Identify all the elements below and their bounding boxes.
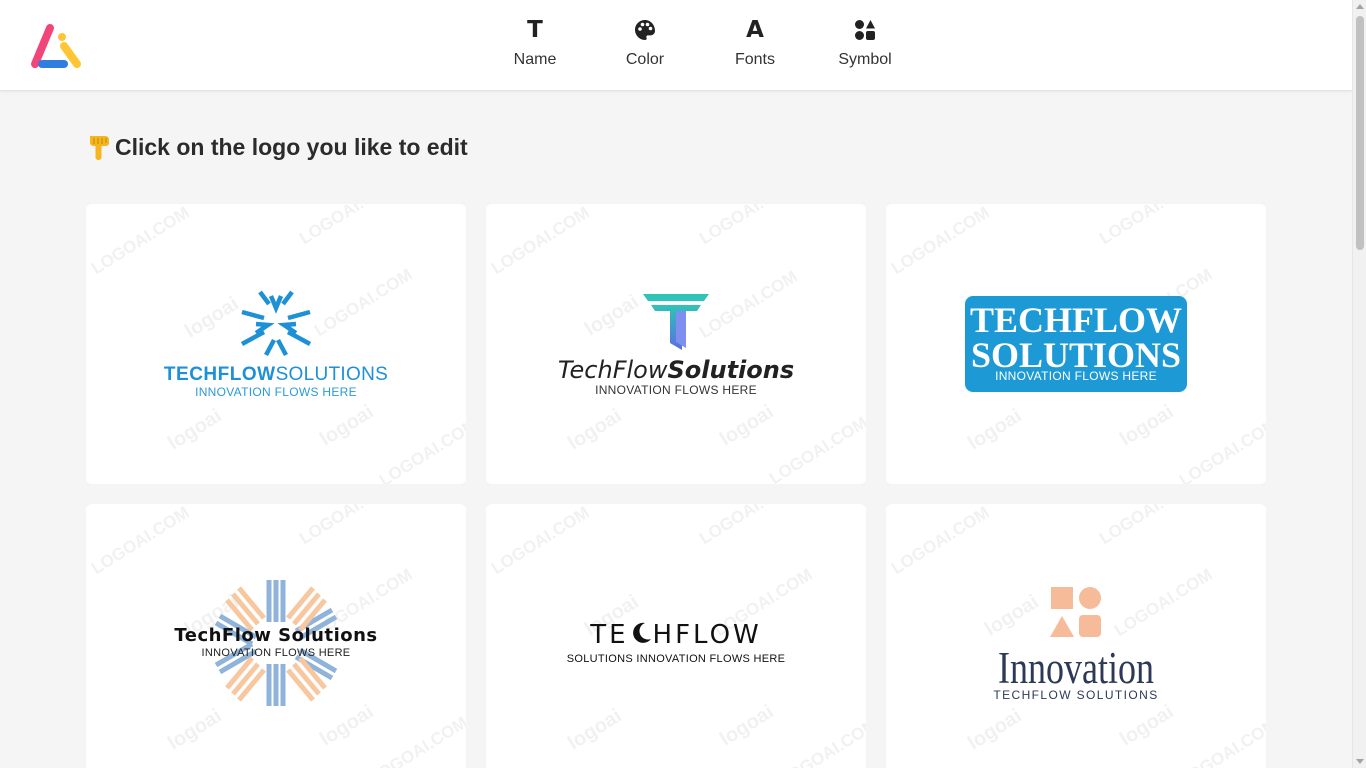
text-t-icon: T	[527, 17, 543, 43]
logo-name-light: TechFlow	[557, 356, 668, 384]
watermark-brand: logoai	[964, 404, 1026, 455]
nav-name-label: Name	[513, 51, 557, 68]
watermark-brand: logoai	[564, 704, 626, 755]
nav-fonts-label: Fonts	[734, 51, 775, 68]
heading-text: Click on the logo you like to edit	[115, 133, 468, 160]
nav-symbol[interactable]: Symbol	[810, 0, 920, 91]
pointing-down-hand-icon	[87, 133, 113, 161]
logo-name: Innovation	[998, 643, 1154, 693]
letter-t-gradient-icon	[643, 294, 709, 350]
editor-nav: T Name Color A Fonts Symbol	[480, 0, 920, 91]
font-a-icon: A	[746, 17, 764, 43]
watermark-brand: logoai	[716, 700, 778, 751]
logo-name-light: SOLUTIONS	[275, 364, 389, 385]
logo-name: TechFlow Solutions	[174, 625, 378, 646]
logo-name-bold: Solutions	[667, 356, 795, 384]
page-scrollbar[interactable]	[1352, 0, 1366, 768]
logo-name-line2: SOLUTIONS	[970, 335, 1182, 375]
logo-name: TECHFLOWSOLUTIONS	[86, 364, 466, 386]
watermark-text: LOGOAI.COM	[488, 504, 593, 579]
logo-name-bold: TECHFLOW	[163, 364, 276, 385]
snowflake-arrows-icon	[240, 290, 312, 357]
watermark-brand: logoai	[1116, 400, 1178, 451]
logo-name-before: TE	[590, 620, 629, 650]
scroll-thumb[interactable]	[1356, 16, 1364, 250]
logo-card[interactable]: LOGOAI.COM LOGOAI.COM LOGOAI.COM LOGOAI.…	[486, 504, 866, 768]
watermark-text: LOGOAI.COM	[888, 204, 993, 279]
scroll-up-arrow-icon[interactable]	[1356, 4, 1364, 9]
logoai-brand-logo[interactable]	[28, 20, 84, 72]
four-shapes-icon	[1050, 587, 1101, 637]
scroll-down-arrow-icon[interactable]	[1356, 759, 1364, 764]
logo-card[interactable]: LOGOAI.COM LOGOAI.COM LOGOAI.COM LOGOAI.…	[886, 204, 1266, 484]
logo-name-line1: TECHFLOW	[969, 300, 1183, 340]
page-heading: Click on the logo you like to edit	[87, 133, 468, 161]
logo-tagline: INNOVATION FLOWS HERE	[201, 647, 351, 659]
watermark-text: LOGOAI.COM	[1096, 204, 1201, 249]
logo-name-after: HFLOW	[652, 620, 762, 650]
palette-icon	[634, 18, 656, 42]
logo-name: TE HFLOW	[486, 620, 866, 652]
nav-fonts[interactable]: A Fonts	[700, 0, 810, 91]
logo-card[interactable]: LOGOAI.COM LOGOAI.COM LOGOAI.COM LOGOAI.…	[86, 204, 466, 484]
logo-tagline: TECHFLOW SOLUTIONS	[993, 688, 1159, 702]
nav-symbol-label: Symbol	[838, 51, 892, 68]
logo-tagline: INNOVATION FLOWS HERE	[195, 385, 357, 399]
nav-color-label: Color	[625, 51, 665, 68]
logo-card[interactable]: LOGOAI.COM LOGOAI.COM LOGOAI.COM LOGOAI.…	[86, 504, 466, 768]
nav-color[interactable]: Color	[590, 0, 700, 91]
logo-tagline: INNOVATION FLOWS HERE	[995, 369, 1157, 383]
logo-tagline: SOLUTIONS INNOVATION FLOWS HERE	[566, 653, 786, 665]
watermark-text: LOGOAI.COM	[776, 714, 866, 768]
logo-card[interactable]: LOGOAI.COM LOGOAI.COM LOGOAI.COM LOGOAI.…	[486, 204, 866, 484]
nav-name[interactable]: T Name	[480, 0, 590, 91]
crescent-moon-c-icon	[629, 621, 653, 652]
logo-name: TECHFLOW SOLUTIONS	[886, 300, 1266, 375]
logo-card[interactable]: LOGOAI.COM LOGOAI.COM LOGOAI.COM LOGOAI.…	[886, 504, 1266, 768]
watermark-text: LOGOAI.COM	[696, 504, 801, 549]
shapes-icon	[854, 18, 876, 42]
top-bar: T Name Color A Fonts Symbol	[0, 0, 1352, 91]
logo-tagline: INNOVATION FLOWS HERE	[595, 383, 757, 397]
watermark-text: LOGOAI.COM	[1176, 414, 1266, 484]
logo-name: TechFlowSolutions	[486, 356, 866, 385]
